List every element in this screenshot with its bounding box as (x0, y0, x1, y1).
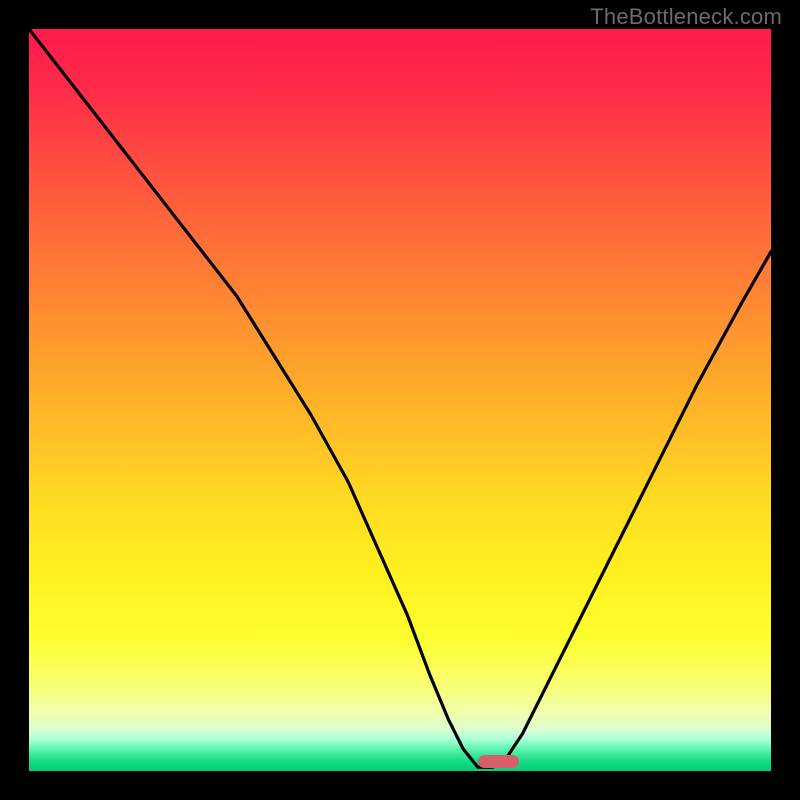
chart-curve (29, 29, 771, 771)
frame: TheBottleneck.com (0, 0, 800, 800)
watermark-text: TheBottleneck.com (590, 4, 782, 30)
chart-plot-area (29, 29, 771, 771)
chart-marker (478, 755, 519, 768)
